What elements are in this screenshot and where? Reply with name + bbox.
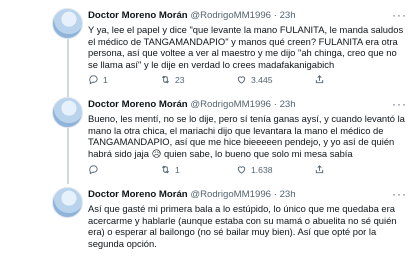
- retweet-button[interactable]: 1: [160, 164, 180, 175]
- share-icon: [315, 75, 324, 84]
- reply-button[interactable]: [88, 164, 103, 175]
- tweet-header: Doctor Moreno Morán @RodrigoMM1996 · 23h: [88, 99, 296, 111]
- tweet-header: Doctor Moreno Morán @RodrigoMM1996 · 23h: [88, 189, 296, 201]
- more-dots-icon[interactable]: ···: [392, 98, 407, 110]
- reply-icon: [89, 75, 98, 85]
- like-button[interactable]: 3.445: [236, 74, 273, 85]
- separator-dot: ·: [273, 189, 277, 200]
- retweet-icon: [161, 165, 170, 174]
- author-handle[interactable]: @RodrigoMM1996: [190, 189, 271, 200]
- separator-dot: ·: [273, 10, 277, 21]
- tweet-text-line: segunda opción.: [88, 237, 157, 249]
- tweet-header: Doctor Moreno Morán @RodrigoMM1996 · 23h: [88, 10, 296, 22]
- share-button[interactable]: [314, 164, 325, 175]
- tweet-text: Y ya, lee el papel y dice "que levante l…: [88, 24, 404, 70]
- author-handle[interactable]: @RodrigoMM1996: [190, 99, 271, 110]
- more-dots-icon[interactable]: ···: [392, 9, 407, 21]
- tweet-text-line: Y ya, lee el papel y dice "que levante l…: [88, 24, 404, 35]
- retweet-count: 1: [175, 164, 180, 175]
- tweet-text: Así que gasté mi primera bala a lo estúp…: [88, 203, 397, 249]
- reply-icon: [89, 165, 98, 175]
- tweet-time[interactable]: 23h: [280, 99, 296, 110]
- more-dots-icon[interactable]: ···: [392, 188, 407, 200]
- tweet-actions: 1 23 3.445: [88, 74, 388, 86]
- tweet-text-line: se llama así" y le dije en verdad lo cre…: [88, 58, 335, 70]
- author-name[interactable]: Doctor Moreno Morán: [88, 10, 188, 21]
- heart-icon: [237, 166, 246, 174]
- tweet-text-line: el médico de TANGAMANDAPIO" y manos qué …: [88, 35, 398, 47]
- like-count: 3.445: [251, 74, 273, 85]
- tweet[interactable]: Doctor Moreno Morán @RodrigoMM1996 · 23h…: [0, 187, 420, 273]
- tweet-text-line: TANGAMANDAPIO, así que me hice bieeeeen …: [88, 136, 395, 148]
- tweet-actions: 1 1.638: [88, 164, 388, 176]
- tweet-text-line: acercarme y hablarle (aunque estaba con …: [88, 214, 397, 226]
- avatar[interactable]: [52, 8, 83, 39]
- tweet-text-line: Bueno, les mentí, no se lo dije, pero sí…: [88, 113, 405, 124]
- tweet-text-line: era) o esperar al bailongo (no sé bailar…: [88, 226, 377, 238]
- avatar[interactable]: [52, 97, 83, 128]
- avatar[interactable]: [52, 187, 83, 218]
- reply-count: 1: [103, 74, 108, 85]
- retweet-count: 23: [175, 74, 185, 85]
- share-icon: [315, 165, 324, 174]
- reply-button[interactable]: 1: [88, 74, 108, 85]
- separator-dot: ·: [273, 99, 277, 110]
- tweet-text-line: Así que gasté mi primera bala a lo estúp…: [88, 203, 395, 214]
- tweet-text: Bueno, les mentí, no se lo dije, pero sí…: [88, 113, 405, 159]
- tweet-text-line: habrá sido jaja 😥 quien sabe, lo bueno q…: [88, 147, 353, 159]
- share-button[interactable]: [314, 74, 325, 85]
- author-name[interactable]: Doctor Moreno Morán: [88, 99, 188, 110]
- tweet-text-line: persona, así que voltee a ver al maestro…: [88, 47, 397, 59]
- tweet[interactable]: Doctor Moreno Morán @RodrigoMM1996 · 23h…: [0, 8, 420, 90]
- author-name[interactable]: Doctor Moreno Morán: [88, 189, 188, 200]
- tweet-text-line: mano la otra chica, el mariachi dijo que…: [88, 124, 384, 136]
- tweet-time[interactable]: 23h: [280, 189, 296, 200]
- retweet-icon: [161, 75, 170, 84]
- tweet[interactable]: Doctor Moreno Morán @RodrigoMM1996 · 23h…: [0, 97, 420, 179]
- heart-icon: [237, 76, 246, 84]
- like-count: 1.638: [251, 164, 273, 175]
- retweet-button[interactable]: 23: [160, 74, 185, 85]
- author-handle[interactable]: @RodrigoMM1996: [190, 10, 271, 21]
- like-button[interactable]: 1.638: [236, 164, 273, 175]
- tweet-time[interactable]: 23h: [280, 10, 296, 21]
